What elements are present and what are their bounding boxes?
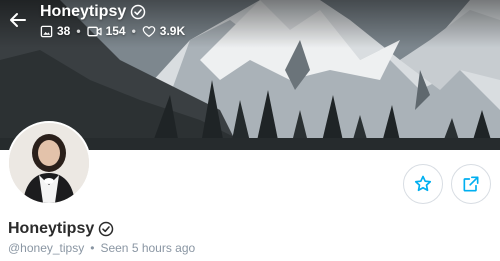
share-icon: [463, 176, 479, 192]
verified-badge-icon: [99, 221, 114, 237]
stats-separator: •: [131, 24, 136, 38]
videos-count: 154: [105, 24, 126, 38]
arrow-left-icon: [10, 13, 26, 27]
seen-label: Seen: [100, 241, 129, 255]
star-icon: [414, 175, 432, 192]
videos-stat: 154: [86, 24, 126, 38]
avatar-photo: [9, 123, 89, 203]
seen-time: 5 hours ago: [131, 241, 196, 255]
profile-stats: 38 • 154 • 3.9K: [40, 23, 185, 39]
avatar[interactable]: [7, 121, 91, 205]
header-name-text: Honeytipsy: [40, 3, 127, 20]
stats-separator: •: [76, 24, 81, 38]
profile-name-text: Honeytipsy: [8, 220, 95, 237]
share-profile-button[interactable]: [451, 164, 491, 204]
profile-subline: @honey_tipsy • Seen 5 hours ago: [8, 240, 195, 256]
image-icon: [40, 25, 53, 37]
likes-count: 3.9K: [159, 24, 186, 38]
last-seen: Seen 5 hours ago: [100, 241, 195, 255]
photos-stat: 38: [40, 24, 70, 38]
back-button[interactable]: [6, 8, 30, 32]
add-to-favorites-button[interactable]: [403, 164, 443, 204]
photos-count: 38: [57, 24, 71, 38]
likes-stat: 3.9K: [142, 24, 185, 38]
header-profile-name: Honeytipsy: [40, 2, 146, 22]
verified-badge-icon: [131, 4, 146, 20]
video-icon: [86, 26, 102, 36]
heart-icon: [142, 25, 156, 37]
subline-separator: •: [90, 241, 95, 255]
profile-handle: @honey_tipsy: [8, 241, 85, 255]
profile-name: Honeytipsy: [8, 219, 114, 239]
